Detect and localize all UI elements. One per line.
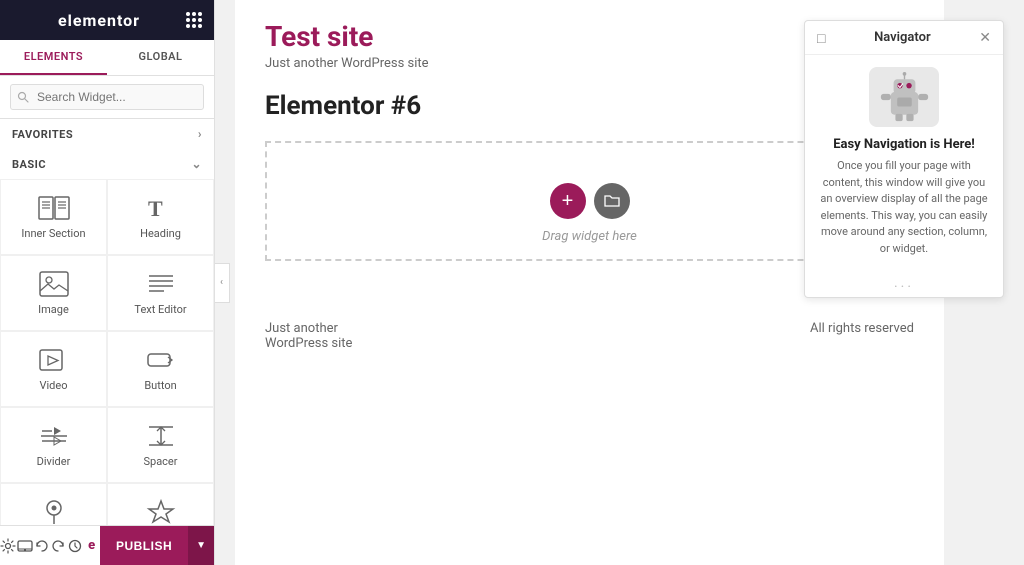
responsive-icon[interactable] [17, 526, 34, 565]
navigator-illustration [869, 67, 939, 127]
favorites-section[interactable]: FAVORITES › [0, 119, 214, 149]
navigator-close-button[interactable]: ✕ [977, 29, 993, 46]
widget-text-editor[interactable]: Text Editor [107, 255, 214, 331]
text-editor-icon [145, 270, 177, 298]
search-input[interactable] [10, 84, 204, 110]
sidebar-tabs: ELEMENTS GLOBAL [0, 40, 214, 76]
widget-icon[interactable]: Icon [107, 483, 214, 525]
settings-icon[interactable] [0, 526, 17, 565]
favorites-arrow: › [198, 127, 202, 141]
widget-inner-section[interactable]: Inner Section [0, 179, 107, 255]
widget-divider-label: Divider [37, 455, 71, 468]
navigator-dots: ... [805, 269, 1003, 297]
navigator-body: Easy Navigation is Here! Once you fill y… [805, 55, 1003, 269]
widget-image[interactable]: Image [0, 255, 107, 331]
footer-right-text: All rights reserved [810, 321, 914, 351]
widgets-grid: Inner Section T Heading Image [0, 179, 214, 525]
search-box [0, 76, 214, 119]
heading-icon: T [145, 194, 177, 222]
spacer-icon [145, 422, 177, 450]
tab-global[interactable]: GLOBAL [107, 40, 214, 75]
widget-text-editor-label: Text Editor [134, 303, 186, 316]
publish-dropdown-button[interactable]: ▼ [188, 526, 214, 565]
widget-google-maps[interactable]: Google Maps [0, 483, 107, 525]
add-element-button[interactable]: + [550, 183, 586, 219]
tab-elements[interactable]: ELEMENTS [0, 40, 107, 75]
widget-spacer-label: Spacer [143, 455, 177, 468]
site-footer: Just another WordPress site All rights r… [235, 301, 944, 371]
navigator-heading: Easy Navigation is Here! [817, 137, 991, 152]
undo-icon[interactable] [33, 526, 50, 565]
image-icon [38, 270, 70, 298]
navigator-panel: □ Navigator ✕ [804, 20, 1004, 298]
icon-widget-icon [145, 498, 177, 525]
sidebar-header: elementor [0, 0, 214, 40]
history-icon[interactable] [67, 526, 84, 565]
elementor-logo-small[interactable]: e [83, 526, 100, 565]
navigator-header: □ Navigator ✕ [805, 21, 1003, 55]
widget-heading-label: Heading [140, 227, 181, 240]
navigator-title: Navigator [827, 30, 977, 45]
widget-divider[interactable]: Divider [0, 407, 107, 483]
widget-button[interactable]: Button [107, 331, 214, 407]
divider-icon [38, 422, 70, 450]
navigator-description: Once you fill your page with content, th… [817, 158, 991, 257]
elementor-logo: elementor [58, 11, 140, 30]
inner-section-icon [38, 194, 70, 222]
widget-heading[interactable]: T Heading [107, 179, 214, 255]
drop-buttons: + [550, 183, 630, 219]
sidebar: elementor ELEMENTS GLOBAL FAVORITES › BA… [0, 0, 215, 565]
sidebar-footer: e PUBLISH ▼ [0, 525, 214, 565]
collapse-sidebar-button[interactable]: ‹ [215, 263, 230, 303]
navigator-collapse-button[interactable]: □ [815, 30, 827, 46]
main-canvas-area: ‹ Test site Just another WordPress site … [215, 0, 1024, 565]
widget-video[interactable]: Video [0, 331, 107, 407]
widget-video-label: Video [40, 379, 68, 392]
widget-image-label: Image [38, 303, 69, 316]
footer-left-text: Just another WordPress site [265, 321, 352, 351]
svg-text:T: T [148, 196, 163, 221]
google-maps-icon [38, 498, 70, 525]
video-icon [38, 346, 70, 374]
widget-button-label: Button [144, 379, 176, 392]
basic-section[interactable]: BASIC ⌄ [0, 149, 214, 179]
publish-button[interactable]: PUBLISH [100, 526, 188, 565]
drag-widget-text: Drag widget here [542, 229, 637, 244]
redo-icon[interactable] [50, 526, 67, 565]
widget-spacer[interactable]: Spacer [107, 407, 214, 483]
widget-inner-section-label: Inner Section [21, 227, 85, 240]
basic-arrow: ⌄ [191, 157, 202, 171]
basic-label: BASIC [12, 158, 46, 171]
grid-icon[interactable] [186, 12, 202, 28]
search-icon [17, 91, 29, 103]
button-icon [145, 346, 177, 374]
favorites-label: FAVORITES [12, 128, 73, 141]
add-template-button[interactable] [594, 183, 630, 219]
